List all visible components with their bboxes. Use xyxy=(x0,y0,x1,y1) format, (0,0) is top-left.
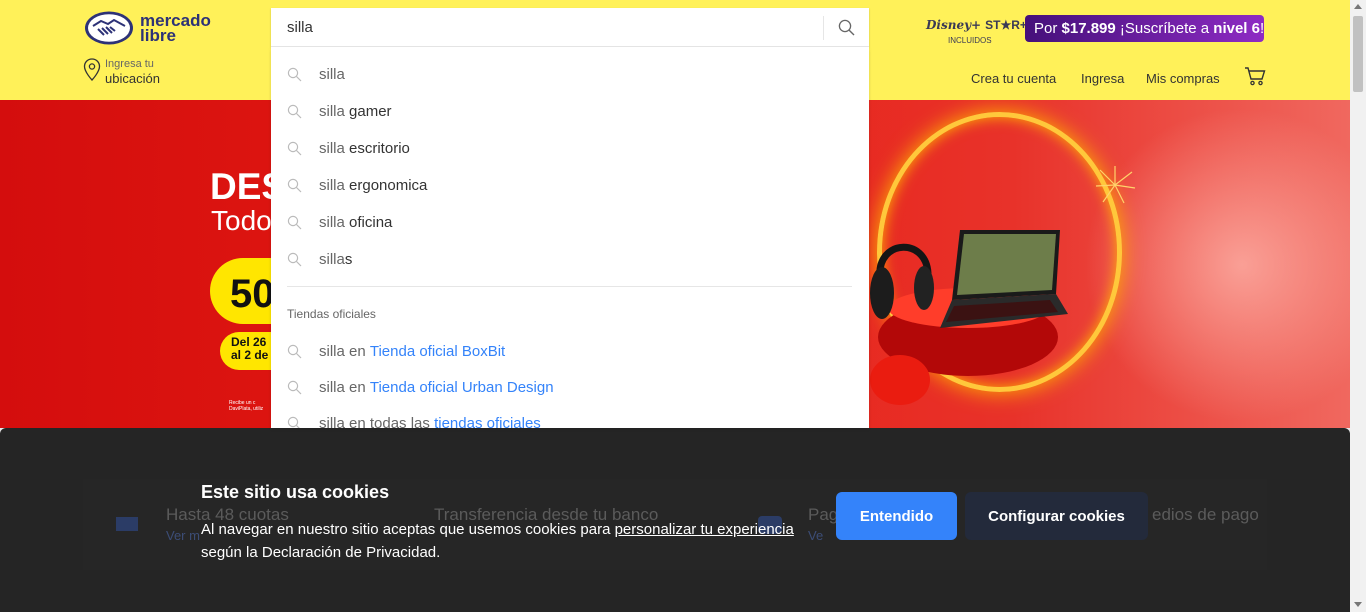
suggestion-query: silla xyxy=(319,102,350,120)
configure-cookies-button[interactable]: Configurar cookies xyxy=(965,492,1148,540)
cookie-description: Al navegar en nuestro sitio aceptas que … xyxy=(201,518,801,564)
store-suggestion-query: silla en xyxy=(319,378,370,396)
search-button[interactable] xyxy=(831,14,861,40)
promo-pre: Por xyxy=(1034,20,1062,37)
official-stores-heading: Tiendas oficiales xyxy=(287,307,376,321)
scroll-down-arrow-icon[interactable] xyxy=(1354,602,1362,607)
subscription-promo-banner[interactable]: Por $17.899 ¡Suscríbete a nivel 6! xyxy=(1025,15,1264,42)
gaming-laptop-image xyxy=(940,230,1068,328)
store-suggestion-item[interactable]: silla en todas las tiendas oficiales xyxy=(287,412,541,428)
handshake-logo-icon xyxy=(85,11,133,45)
dropdown-divider xyxy=(287,286,852,287)
location-pin-icon xyxy=(83,58,101,81)
suggestion-query: silla xyxy=(319,65,345,83)
search-icon xyxy=(287,251,303,267)
store-suggestion-query: silla en todas las xyxy=(319,414,435,429)
suggestion-item[interactable]: silla gamer xyxy=(287,100,392,122)
card-installments-link[interactable]: Ver m xyxy=(166,528,200,543)
suggestion-completion: gamer xyxy=(349,102,392,120)
disney-star-badge[interactable]: Disney+ ST★R+ INCLUIDOS xyxy=(926,16,1027,46)
search-separator xyxy=(823,16,824,40)
personalize-experience-link[interactable]: personalizar tu experiencia xyxy=(615,521,794,538)
suggestion-item[interactable]: silla ergonomica xyxy=(287,174,427,196)
mercadolibre-logo[interactable]: mercado libre xyxy=(84,10,211,46)
suggestion-query: silla xyxy=(319,139,350,157)
payment-card3-link[interactable]: Ve xyxy=(808,528,823,543)
store-suggestion-query: silla en xyxy=(319,342,370,360)
cart-button[interactable] xyxy=(1244,66,1266,91)
suggestion-query: silla xyxy=(319,250,345,268)
store-suggestion-link: tiendas oficiales xyxy=(434,414,541,429)
search-icon xyxy=(287,177,303,193)
location-selector[interactable]: Ingresa tu ubicación xyxy=(83,58,160,87)
promo-price: $17.899 xyxy=(1061,20,1116,37)
payment-methods-title: edios de pago xyxy=(1152,505,1259,524)
suggestion-completion: s xyxy=(344,250,353,268)
suggestion-item[interactable]: silla escritorio xyxy=(287,137,410,159)
logo-text-line2: libre xyxy=(140,26,176,45)
suggestion-item[interactable]: silla xyxy=(287,63,345,85)
scrollbar-thumb[interactable] xyxy=(1353,16,1363,92)
search-suggestions-dropdown: silla silla gamer silla escritorio silla… xyxy=(271,47,869,428)
banner-subtitle: Todo xyxy=(211,205,272,236)
cookie-title: Este sitio usa cookies xyxy=(201,482,390,502)
search-icon xyxy=(287,214,303,230)
small-podium xyxy=(870,355,930,405)
firework-sparks-icon xyxy=(1095,166,1136,204)
disney-brand-text: Disney+ xyxy=(926,18,982,32)
accept-cookies-button[interactable]: Entendido xyxy=(836,492,957,540)
search-icon xyxy=(287,379,303,395)
store-suggestion-item[interactable]: silla en Tienda oficial Urban Design xyxy=(287,376,554,398)
suggestion-completion: oficina xyxy=(349,213,393,231)
location-label-top: Ingresa tu xyxy=(105,58,154,70)
search-icon xyxy=(287,343,303,359)
search-icon xyxy=(838,19,854,35)
suggestion-query: silla xyxy=(319,213,350,231)
suggestion-item[interactable]: silla oficina xyxy=(287,211,392,233)
store-suggestion-link: Tienda oficial BoxBit xyxy=(369,342,506,360)
store-suggestion-link: Tienda oficial Urban Design xyxy=(369,378,554,396)
search-bar xyxy=(271,8,869,47)
store-suggestion-item[interactable]: silla en Tienda oficial BoxBit xyxy=(287,340,505,362)
login-link[interactable]: Ingresa xyxy=(1081,71,1124,86)
banner-fine-line2: DaviPlata, utiliz xyxy=(229,406,264,412)
scroll-up-arrow-icon[interactable] xyxy=(1354,4,1362,9)
cookie-text-post: según la Declaración de Privacidad. xyxy=(201,544,441,561)
banner-discount-text: 50 xyxy=(230,272,275,316)
create-account-link[interactable]: Crea tu cuenta xyxy=(971,71,1056,86)
promo-mid: ¡Suscríbete a xyxy=(1115,20,1214,37)
search-icon xyxy=(287,66,303,82)
disney-included-text: INCLUIDOS xyxy=(948,36,992,45)
credit-card-icon xyxy=(116,517,138,531)
cart-icon xyxy=(1245,67,1266,86)
cookie-text-pre: Al navegar en nuestro sitio aceptas que … xyxy=(201,521,615,538)
search-icon xyxy=(287,140,303,156)
search-icon xyxy=(287,415,303,428)
suggestion-completion: escritorio xyxy=(349,139,410,157)
suggestion-query: silla xyxy=(319,176,350,194)
star-plus-text: ST★R+ xyxy=(985,18,1027,32)
banner-fine-print: Recibe un c DaviPlata, utiliz xyxy=(229,400,263,412)
payment-card3-title: Pag xyxy=(808,505,839,524)
location-label-bottom: ubicación xyxy=(105,71,160,86)
suggestion-item[interactable]: silla s xyxy=(287,248,352,270)
promo-level: nivel 6 xyxy=(1213,20,1260,37)
search-icon xyxy=(287,103,303,119)
suggestion-completion: ergonomica xyxy=(349,176,428,194)
promo-end: ! xyxy=(1260,20,1265,37)
my-purchases-link[interactable]: Mis compras xyxy=(1146,71,1220,86)
search-input[interactable] xyxy=(285,8,815,46)
